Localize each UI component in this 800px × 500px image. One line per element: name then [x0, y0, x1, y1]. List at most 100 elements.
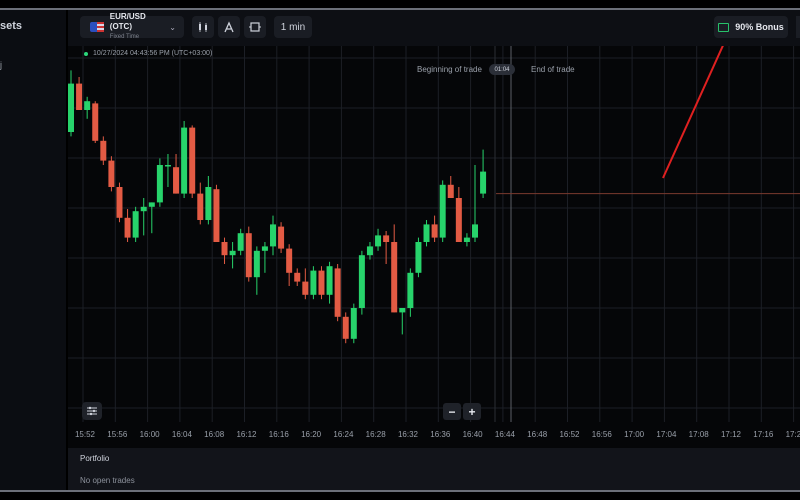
chevron-down-icon: ⌄ [169, 22, 176, 32]
zoom-in-button[interactable]: + [463, 403, 481, 420]
time-axis-tick: 16:20 [301, 430, 322, 439]
candle-body [189, 127, 196, 194]
time-axis-tick: 16:48 [527, 430, 548, 439]
candle-body [261, 246, 268, 251]
window-bottom-border [0, 490, 800, 492]
candle-body [270, 224, 276, 247]
candle-body [375, 235, 382, 247]
beginning-of-trade-label: Beginning of trade [417, 65, 482, 74]
portfolio-panel: Portfolio No open trades [68, 448, 800, 490]
server-time-text: 10/27/2024 04:43:56 PM (UTC+03:00) [93, 50, 213, 57]
sidebar-mini-label: j [0, 60, 2, 70]
candle-body [463, 237, 470, 242]
candle-body [124, 217, 131, 238]
candle-body [350, 308, 357, 339]
candle-body [447, 184, 454, 198]
candle-body [116, 187, 123, 218]
indicators-icon [249, 22, 261, 32]
candle-body [439, 184, 446, 238]
candle-body [455, 198, 462, 242]
time-axis-tick: 16:16 [268, 430, 289, 439]
asset-selector-button[interactable]: EUR/USD (OTC) Fixed Time ⌄ [80, 12, 184, 40]
drawing-icon [224, 21, 234, 33]
candle-body [156, 165, 163, 203]
sliders-icon [87, 406, 97, 416]
candle-body [132, 211, 139, 238]
time-axis-tick: 16:56 [591, 430, 612, 439]
price-chart[interactable] [68, 46, 800, 448]
candle-body [84, 101, 91, 110]
time-axis-tick: 15:56 [107, 430, 128, 439]
us-flag-icon [90, 22, 104, 32]
asset-subtitle: Fixed Time [109, 34, 140, 40]
candle-body [399, 308, 406, 313]
candle-body [318, 270, 325, 295]
ticket-icon [718, 22, 730, 32]
candle-body [181, 127, 188, 194]
candle-body [68, 83, 74, 132]
end-of-trade-label: End of trade [531, 65, 575, 74]
candle-body [294, 272, 301, 282]
candle-body [391, 242, 398, 313]
candle-body [310, 270, 317, 295]
asset-name: EUR/USD (OTC) [109, 12, 146, 31]
live-dot-icon [84, 51, 88, 56]
time-axis-tick: 16:28 [365, 430, 386, 439]
assets-label[interactable]: sets [0, 20, 22, 32]
no-open-trades-text: No open trades [80, 476, 135, 485]
candle-body [423, 224, 430, 242]
candle-body [76, 83, 83, 110]
candle-body [253, 250, 260, 278]
time-axis-tick: 16:36 [430, 430, 451, 439]
chart-settings-button[interactable] [82, 402, 102, 420]
candle-body [108, 160, 115, 187]
time-axis-tick: 16:08 [204, 430, 225, 439]
candle-body [431, 224, 438, 238]
candles-icon [199, 22, 207, 32]
time-axis-tick: 16:40 [462, 430, 483, 439]
candle-body [342, 316, 349, 339]
candle-body [164, 165, 171, 167]
minus-icon: − [448, 404, 456, 419]
candle-body [229, 250, 236, 256]
time-axis-tick: 16:12 [236, 430, 257, 439]
candle-body [326, 266, 333, 295]
drawing-tools-button[interactable] [218, 16, 240, 38]
time-axis-tick: 16:24 [333, 430, 354, 439]
time-axis-tick: 16:52 [559, 430, 580, 439]
candle-body [278, 226, 285, 249]
candle-body [237, 233, 244, 251]
bonus-button[interactable]: 90% Bonus [714, 16, 788, 38]
candle-body [286, 248, 293, 273]
candle-body [221, 242, 228, 256]
timeframe-button[interactable]: 1 min [274, 16, 312, 38]
assets-sidebar: sets j [0, 10, 66, 490]
time-axis-tick: 16:44 [494, 430, 515, 439]
portfolio-title[interactable]: Portfolio [80, 454, 109, 463]
candle-body [197, 193, 204, 220]
plus-icon: + [468, 404, 476, 419]
time-axis-tick: 16:32 [397, 430, 419, 439]
candle-body [472, 224, 478, 238]
candle-body [480, 171, 487, 194]
candle-body [415, 242, 422, 273]
chart-type-button[interactable] [192, 16, 214, 38]
time-axis-tick: 15:52 [74, 430, 96, 439]
time-axis-tick: 17:00 [624, 430, 645, 439]
candle-body [213, 189, 220, 242]
candle-body [383, 235, 390, 242]
toolbar-edge-button[interactable] [796, 16, 800, 38]
trade-timer-badge: 01:04 [489, 64, 515, 75]
bonus-label: 90% Bonus [735, 22, 784, 32]
indicators-button[interactable] [244, 16, 266, 38]
time-axis-tick: 16:00 [139, 430, 160, 439]
candle-body [100, 140, 107, 161]
chart-toolbar: EUR/USD (OTC) Fixed Time ⌄ 1 min 90% Bon… [68, 10, 800, 46]
time-axis-tick: 17:08 [688, 430, 709, 439]
candle-body [366, 246, 373, 256]
zoom-out-button[interactable]: − [443, 403, 461, 420]
candle-body [92, 103, 99, 141]
candle-body [302, 281, 309, 295]
candle-body [148, 202, 155, 207]
time-axis-tick: 16:04 [171, 430, 192, 439]
